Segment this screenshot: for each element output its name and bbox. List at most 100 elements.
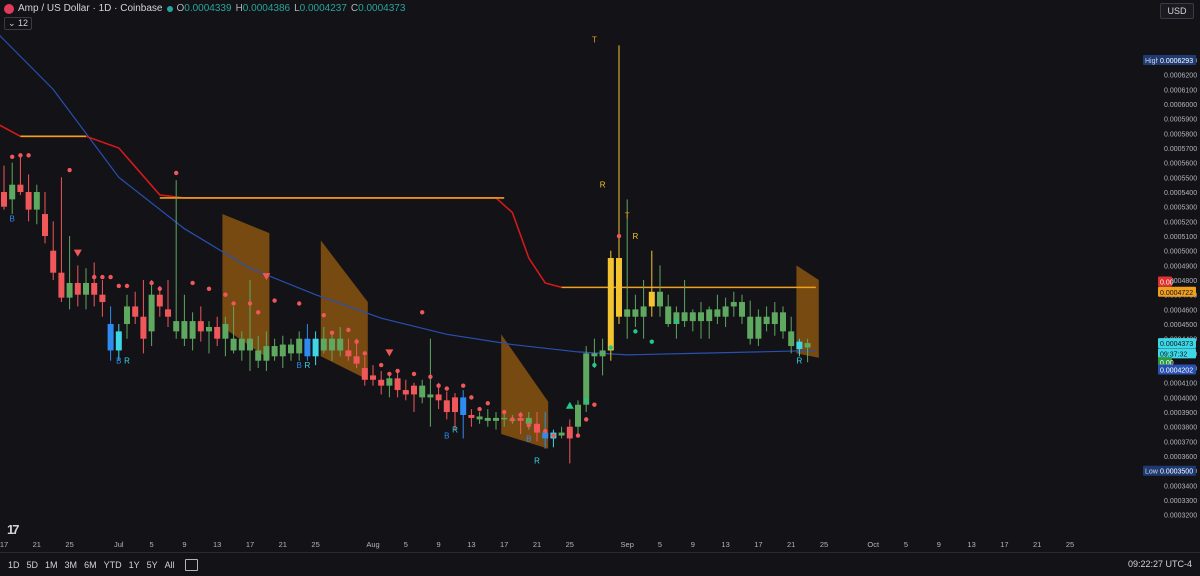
candle-body [558,432,565,436]
candle-body [542,432,549,439]
candle-body [189,321,196,339]
range-5d-button[interactable]: 5D [27,560,39,570]
calendar-icon[interactable] [184,558,198,571]
sell-signal-dot [510,417,515,422]
candle-body [255,350,262,361]
y-axis-tick-label: 0.0003900 [1164,410,1197,417]
sell-signal-dot [231,301,236,306]
signal-letter: B [10,214,15,223]
y-axis-tick-label: 0.0006100 [1164,87,1197,94]
signal-letter: R [534,456,540,465]
range-1m-button[interactable]: 1M [45,560,58,570]
price-chart[interactable]: BBRBRBRBRTRTRR0.00063000.00062000.000610… [0,0,1200,552]
sell-signal-dot [584,417,589,422]
sell-signal-dot [444,386,449,391]
candle-body [115,331,122,351]
range-all-button[interactable]: All [165,560,175,570]
x-axis-tick-label: 5 [404,540,408,549]
x-axis-tick-label: 5 [658,540,662,549]
candle-body [66,282,73,298]
price-label-text: 0.0006293 [1160,58,1193,65]
y-axis-tick-label: 0.0005400 [1164,190,1197,197]
candle-body [206,326,212,332]
sell-signal-dot [329,330,335,336]
sell-signal-dot [297,301,302,306]
range-5y-button[interactable]: 5Y [147,560,158,570]
x-axis-tick-label: 5 [150,540,154,549]
candle-body [378,379,385,386]
sell-signal-dot [223,292,228,297]
range-3m-button[interactable]: 3M [65,560,78,570]
sell-signal-dot [592,402,597,407]
tradingview-logo-icon[interactable]: 17 [7,522,20,537]
range-ytd-button[interactable]: YTD [104,560,122,570]
sell-signal-dot [567,427,572,432]
candle-body [230,338,237,351]
candle-body [525,417,532,424]
signal-band [222,214,270,360]
candle-body [517,417,524,421]
sell-signal-dot [174,170,179,176]
signal-letter: B [297,361,302,370]
signal-letter: R [305,361,311,370]
candle-body [238,338,245,351]
trend-stop-line [0,124,562,289]
clock-display[interactable]: 09:22:27 UTC-4 [1128,559,1192,569]
x-axis-tick-label: 9 [182,540,186,549]
signal-letter: R [124,357,130,366]
buy-signal-dot [592,362,597,368]
y-axis-tick-label: 0.0003400 [1164,483,1197,490]
y-axis-tick-label: 0.0003800 [1164,425,1197,432]
sell-signal-dot [485,401,490,406]
candle-body [296,338,303,354]
price-label-text: 0.0003500 [1160,469,1193,476]
sell-signal-dot [108,274,113,280]
sell-signal-dot [616,233,622,239]
candle-body [476,416,483,420]
sell-signal-dot [124,283,130,289]
candle-body [156,294,163,307]
candle-body [714,309,721,317]
candle-body [599,350,606,357]
range-1y-button[interactable]: 1Y [129,560,140,570]
x-axis-tick-label: 9 [937,540,941,549]
x-axis-tick-label: 25 [1066,540,1074,549]
signal-letter: B [444,431,449,440]
sell-signal-dot [543,428,548,434]
sell-signal-dot [461,383,466,388]
sell-signal-dot [354,339,359,344]
candle-body [58,272,65,298]
x-axis-tick-label: 5 [904,540,908,549]
range-1d-button[interactable]: 1D [8,560,20,570]
y-axis-tick-label: 0.0005300 [1164,205,1197,212]
candle-body [640,306,647,317]
candle-body [780,312,786,332]
candle-body [329,338,335,351]
candle-body [345,350,352,357]
x-axis-tick-label: Sep [621,540,634,549]
sell-signal-dot [575,433,581,438]
candle-body [616,258,622,317]
x-axis-tick-label: 21 [533,540,541,549]
candle-body [443,400,450,413]
sell-signal-dot [411,371,417,377]
candle-body [632,309,639,317]
candle-body [50,250,57,273]
y-axis-tick-label: 0.0004500 [1164,322,1197,329]
x-axis-tick-label: 17 [246,540,254,549]
y-axis-tick-label: 0.0003200 [1164,513,1197,520]
sell-signal-dot [436,383,441,388]
price-label-text: High [1145,58,1160,65]
sell-signal-dot [157,286,162,292]
y-axis-tick-label: 0.0003700 [1164,439,1197,446]
candle-body [42,214,48,237]
x-axis-tick-label: 17 [500,540,508,549]
range-6m-button[interactable]: 6M [84,560,97,570]
candle-body [181,321,188,339]
candle-body [771,312,778,325]
candle-body [337,338,344,351]
sell-signal-dot [551,433,556,438]
signal-band [501,334,549,449]
candle-body [722,306,729,317]
candle-body [17,184,24,193]
